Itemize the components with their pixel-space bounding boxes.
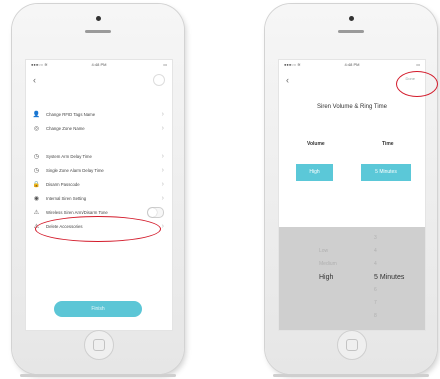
chevron-right-icon: › xyxy=(161,194,164,202)
picker-row[interactable]: 8 xyxy=(279,313,425,323)
settings-item-label: Wireless Siren Arm/Disarm Tone xyxy=(46,209,108,215)
battery-icon: ▭ xyxy=(416,62,420,67)
chevron-right-icon: › xyxy=(161,166,164,174)
picker-row[interactable]: Medium 4 xyxy=(279,261,425,271)
picker-time-option: 7 xyxy=(374,300,377,306)
settings-item-label: Disarm Passcode xyxy=(46,181,80,187)
section-divider xyxy=(26,135,172,149)
siren-icon: ◉ xyxy=(33,195,40,202)
picker-time-option: 6 xyxy=(374,287,377,293)
picker-row[interactable]: 3 xyxy=(279,235,425,245)
speaker-grille xyxy=(85,30,111,33)
settings-menu: 👤 Change RFID Tags Name › ◎ Change Zone Name… xyxy=(26,107,172,233)
clock-icon: ◷ xyxy=(33,153,40,160)
settings-item-label: Change Zone Name xyxy=(46,125,85,131)
picker-wheel[interactable]: 3 Low 4 Medium 4 High 5 Minutes 6 7 8 xyxy=(279,227,425,330)
phone-edge xyxy=(273,374,429,377)
back-icon[interactable]: ‹ xyxy=(33,75,36,85)
settings-item-label: Delete Accessories xyxy=(46,223,83,229)
beep-icon: ⚠ xyxy=(33,209,40,216)
delete-icon: ⚠ xyxy=(33,223,40,230)
chevron-right-icon: › xyxy=(161,110,164,118)
phone-edge xyxy=(20,374,176,377)
settings-item[interactable]: ⚠ Wireless Siren Arm/Disarm Tone xyxy=(26,205,172,219)
camera-icon xyxy=(95,16,101,21)
home-button[interactable] xyxy=(84,330,114,360)
chevron-right-icon: › xyxy=(161,180,164,188)
picker-volume-option: Low xyxy=(319,248,329,254)
settings-item[interactable]: 🔒 Disarm Passcode › xyxy=(26,177,172,191)
siren-screen: ●●●○○ ≋ 4:48 PM ▭ ‹ Done Siren Volume & … xyxy=(278,59,426,331)
picker-row-selected[interactable]: High 5 Minutes xyxy=(279,274,425,284)
picker-row[interactable]: 7 xyxy=(279,300,425,310)
page-title: Siren Volume & Ring Time xyxy=(316,104,388,110)
settings-item[interactable]: ◷ Single Zone Alarm Delay Time › xyxy=(26,163,172,177)
settings-item[interactable]: ◉ Internal Siren Setting › xyxy=(26,191,172,205)
lock-icon: 🔒 xyxy=(32,181,41,188)
picker-time-option: 4 xyxy=(374,261,377,267)
phone-right: ●●●○○ ≋ 4:48 PM ▭ ‹ Done Siren Volume & … xyxy=(265,4,437,377)
picker-row[interactable]: Low 4 xyxy=(279,248,425,258)
camera-icon xyxy=(348,16,354,21)
settings-item[interactable]: ◎ Change Zone Name › xyxy=(26,121,172,135)
settings-item-label: Internal Siren Setting xyxy=(46,195,87,201)
settings-item[interactable]: ◷ System Arm Delay Time › xyxy=(26,149,172,163)
battery-icon: ▭ xyxy=(163,62,167,67)
time-selector[interactable]: 5 Minutes xyxy=(361,164,411,181)
phone-left: ●●●○○ ≋ 4:48 PM ▭ ‹ 👤 Change RFID Tags Na… xyxy=(12,4,184,377)
chevron-right-icon: › xyxy=(161,152,164,160)
picker-volume-option: Medium xyxy=(319,261,337,267)
zone-icon: ◎ xyxy=(33,125,40,132)
status-bar: ●●●○○ ≋ 4:48 PM ▭ xyxy=(26,62,172,70)
chevron-right-icon: › xyxy=(161,222,164,230)
done-button[interactable]: Done xyxy=(405,76,415,81)
volume-selector[interactable]: High xyxy=(296,164,333,181)
picker-volume-option: High xyxy=(319,274,334,281)
picker-row[interactable]: 6 xyxy=(279,287,425,297)
alarm-icon: ◷ xyxy=(33,167,40,174)
status-bar: ●●●○○ ≋ 4:48 PM ▭ xyxy=(279,62,425,70)
settings-screen: ●●●○○ ≋ 4:48 PM ▭ ‹ 👤 Change RFID Tags Na… xyxy=(25,59,173,331)
settings-item-label: Change RFID Tags Name xyxy=(46,111,96,117)
finish-button[interactable]: Finish xyxy=(54,301,142,317)
volume-label: Volume xyxy=(307,141,325,147)
speaker-grille xyxy=(338,30,364,33)
picker-time-option: 3 xyxy=(374,235,377,241)
settings-item-label: Single Zone Alarm Delay Time xyxy=(46,167,104,173)
picker-time-option: 8 xyxy=(374,313,377,319)
settings-item[interactable]: 👤 Change RFID Tags Name › xyxy=(26,107,172,121)
chevron-right-icon: › xyxy=(161,124,164,132)
settings-item[interactable]: ⚠ Delete Accessories › xyxy=(26,219,172,233)
clock-text: 4:48 PM xyxy=(91,62,107,67)
picker-time-option: 5 Minutes xyxy=(374,274,405,281)
tone-toggle[interactable] xyxy=(147,206,164,218)
person-icon: 👤 xyxy=(32,111,41,118)
back-icon[interactable]: ‹ xyxy=(286,75,289,85)
gear-icon[interactable] xyxy=(153,74,165,86)
settings-item-label: System Arm Delay Time xyxy=(46,153,92,159)
clock-text: 4:48 PM xyxy=(344,62,360,67)
home-button[interactable] xyxy=(337,330,367,360)
time-label: Time xyxy=(382,141,394,147)
picker-time-option: 4 xyxy=(374,248,377,254)
